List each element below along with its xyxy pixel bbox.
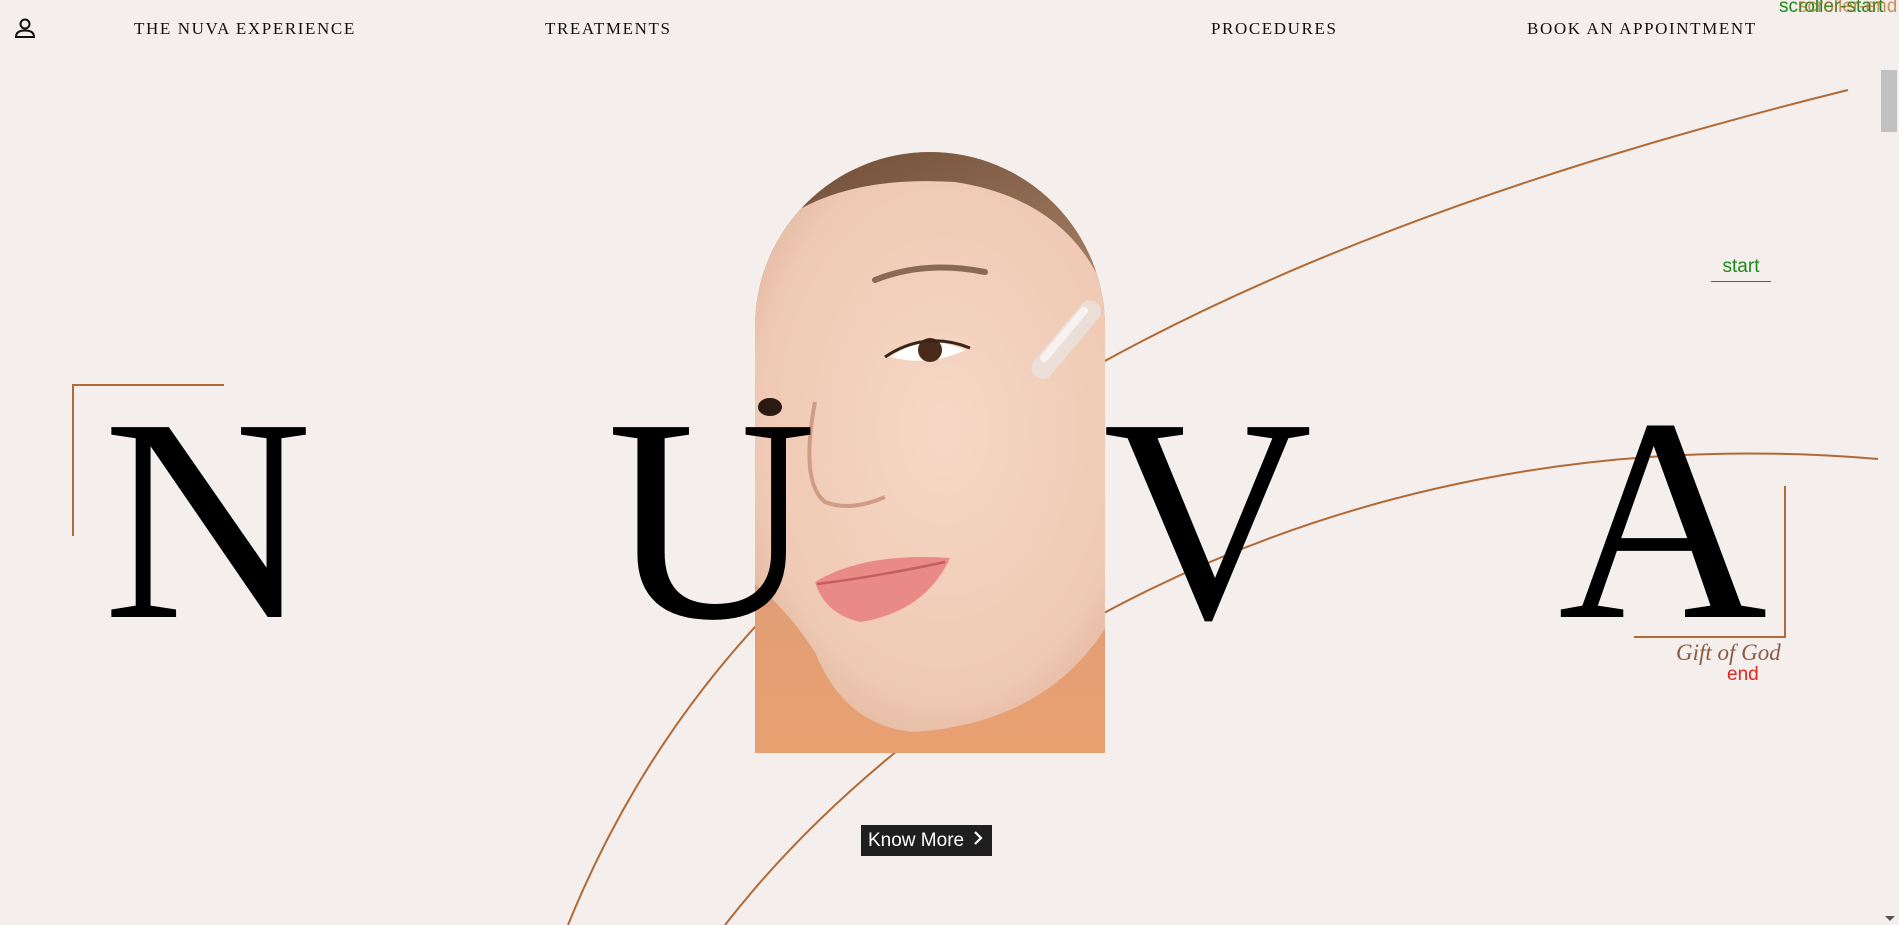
nav-link-treatments[interactable]: TREATMENTS (545, 19, 672, 39)
nav-link-procedures[interactable]: PROCEDURES (1211, 19, 1338, 39)
tagline: Gift of God (1676, 640, 1781, 665)
hero-letter-u: U (607, 359, 817, 680)
nav-link-book-appointment[interactable]: BOOK AN APPOINTMENT (1527, 19, 1757, 39)
page-scrollbar[interactable] (1880, 0, 1899, 925)
know-more-label: Know More (868, 829, 965, 851)
nav-link-nuva-experience[interactable]: THE NUVA EXPERIENCE (134, 19, 356, 39)
hero-letter-a: A (1558, 359, 1768, 680)
hero-letter-n: N (103, 359, 313, 680)
debug-marker-scroller-end: scroller-end (1798, 0, 1898, 17)
debug-marker-start: start (1711, 256, 1771, 282)
scrollbar-thumb[interactable] (1881, 70, 1897, 132)
scroll-down-arrow-icon[interactable] (1885, 916, 1895, 921)
top-nav: THE NUVA EXPERIENCE TREATMENTS PROCEDURE… (0, 0, 1880, 58)
chevron-right-icon (973, 830, 983, 852)
know-more-button[interactable]: Know More (861, 825, 993, 856)
hero-letter-v: V (1103, 359, 1313, 680)
user-icon[interactable] (13, 16, 37, 40)
debug-marker-end: end (1727, 664, 1759, 685)
